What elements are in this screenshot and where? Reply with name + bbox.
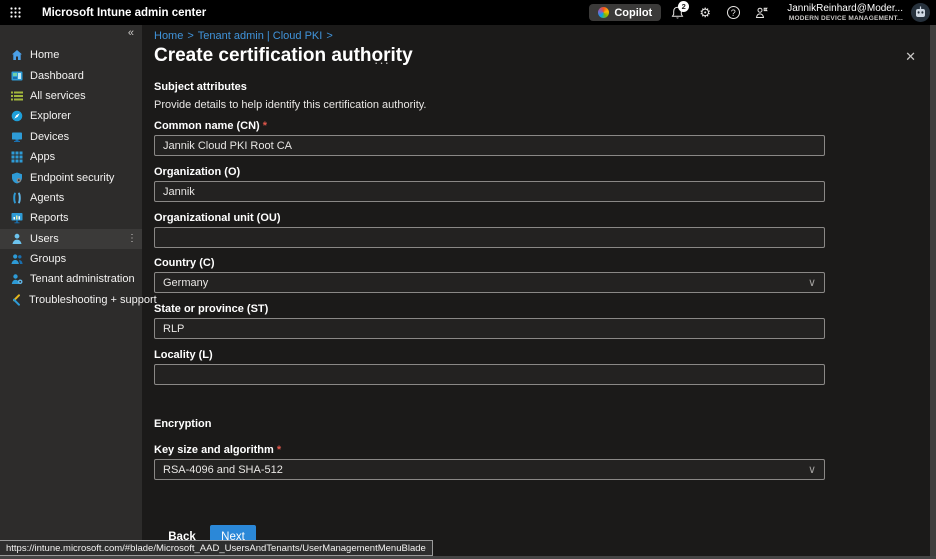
robot-avatar-icon xyxy=(913,5,928,20)
sidebar-item-label: Groups xyxy=(30,253,66,265)
sidebar-item-label: All services xyxy=(30,90,86,102)
section-description: Provide details to help identify this ce… xyxy=(154,99,427,111)
devices-icon xyxy=(10,130,23,143)
chevron-down-icon: ∨ xyxy=(808,276,816,289)
groups-icon xyxy=(10,253,23,266)
sidebar-item-dashboard[interactable]: Dashboard xyxy=(0,65,142,85)
sidebar-item-label: Endpoint security xyxy=(30,172,114,184)
breadcrumb-separator: > xyxy=(187,30,193,42)
sidebar-item-endpoint-security[interactable]: Endpoint security xyxy=(0,167,142,187)
main-content: Home>Tenant admin | Cloud PKI> Create ce… xyxy=(142,25,936,559)
users-icon xyxy=(10,232,23,245)
apps-icon xyxy=(10,151,23,164)
country-label: Country (C) xyxy=(154,257,215,269)
country-select[interactable]: Germany ∨ xyxy=(154,272,825,293)
key-size-select[interactable]: RSA-4096 and SHA-512 ∨ xyxy=(154,459,825,480)
breadcrumb-home-link[interactable]: Home xyxy=(154,30,183,42)
organization-input[interactable] xyxy=(154,181,825,202)
sidebar-item-home[interactable]: Home xyxy=(0,45,142,65)
breadcrumb: Home>Tenant admin | Cloud PKI> xyxy=(154,30,337,42)
more-options-button[interactable]: ··· xyxy=(374,55,390,70)
country-value: Germany xyxy=(163,277,208,289)
copilot-label: Copilot xyxy=(614,7,652,19)
sidebar-item-label: Devices xyxy=(30,131,69,143)
sidebar-item-label: Troubleshooting + support xyxy=(29,294,157,306)
sidebar-item-devices[interactable]: Devices xyxy=(0,127,142,147)
avatar[interactable] xyxy=(911,3,930,22)
sidebar-nav: Home Dashboard All services Explorer Devices… xyxy=(0,45,142,310)
agents-icon xyxy=(10,191,23,204)
sidebar-item-label: Agents xyxy=(30,192,64,204)
org-unit-label: Organizational unit (OU) xyxy=(154,212,281,224)
feedback-button[interactable] xyxy=(749,0,773,25)
troubleshooting-icon xyxy=(10,293,22,306)
scrollbar-thumb[interactable] xyxy=(930,25,936,556)
product-title: Microsoft Intune admin center xyxy=(42,7,206,19)
sidebar-item-agents[interactable]: Agents xyxy=(0,188,142,208)
sidebar-item-label: Reports xyxy=(30,212,69,224)
dashboard-icon xyxy=(10,69,23,82)
state-input[interactable] xyxy=(154,318,825,339)
required-marker: * xyxy=(277,444,281,456)
locality-label: Locality (L) xyxy=(154,349,213,361)
top-bar: Microsoft Intune admin center Copilot 2 … xyxy=(0,0,936,25)
sidebar-item-label: Users xyxy=(30,233,59,245)
section-heading-subject-attributes: Subject attributes xyxy=(154,81,247,93)
gear-icon: ⚙ xyxy=(699,6,711,19)
status-url-tooltip: https://intune.microsoft.com/#blade/Micr… xyxy=(0,540,433,556)
sidebar-item-users[interactable]: Users ⋮ xyxy=(0,229,142,249)
sidebar-item-tenant-administration[interactable]: Tenant administration xyxy=(0,269,142,289)
app-launcher-icon[interactable] xyxy=(0,0,30,25)
endpoint-security-icon xyxy=(10,171,23,184)
section-heading-encryption: Encryption xyxy=(154,418,211,430)
common-name-input[interactable] xyxy=(154,135,825,156)
organization-label: Organization (O) xyxy=(154,166,240,178)
all-services-icon xyxy=(10,89,23,102)
sidebar-item-reports[interactable]: Reports xyxy=(0,208,142,228)
sidebar-item-troubleshooting[interactable]: Troubleshooting + support xyxy=(0,290,142,310)
required-marker: * xyxy=(263,120,267,132)
sidebar-item-label: Tenant administration xyxy=(30,273,135,285)
collapse-sidebar-button[interactable]: « xyxy=(128,27,134,39)
home-icon xyxy=(10,49,23,62)
sidebar-item-all-services[interactable]: All services xyxy=(0,86,142,106)
explorer-icon xyxy=(10,110,23,123)
org-unit-input[interactable] xyxy=(154,227,825,248)
sidebar-item-label: Explorer xyxy=(30,110,71,122)
reports-icon xyxy=(10,212,23,225)
close-icon[interactable]: ✕ xyxy=(905,49,916,65)
account-name: JannikReinhard@Moder... xyxy=(787,3,903,15)
sidebar-item-label: Apps xyxy=(30,151,55,163)
key-size-label: Key size and algorithm* xyxy=(154,444,281,456)
feedback-icon xyxy=(755,6,768,19)
breadcrumb-separator: > xyxy=(326,30,332,42)
breadcrumb-cloudpki-link[interactable]: Tenant admin | Cloud PKI xyxy=(198,30,323,42)
sidebar-item-label: Dashboard xyxy=(30,70,84,82)
notification-badge: 2 xyxy=(678,1,689,12)
account-menu[interactable]: JannikReinhard@Moder... MODERN DEVICE MA… xyxy=(787,3,903,22)
locality-input[interactable] xyxy=(154,364,825,385)
copilot-button[interactable]: Copilot xyxy=(589,4,661,21)
common-name-label: Common name (CN)* xyxy=(154,120,267,132)
settings-button[interactable]: ⚙ xyxy=(693,0,717,25)
sidebar-item-apps[interactable]: Apps xyxy=(0,147,142,167)
key-size-value: RSA-4096 and SHA-512 xyxy=(163,464,283,476)
vertical-scrollbar[interactable] xyxy=(930,25,936,556)
sidebar-item-groups[interactable]: Groups xyxy=(0,249,142,269)
copilot-icon xyxy=(598,7,609,18)
account-tenant: MODERN DEVICE MANAGEMENT... xyxy=(787,15,903,22)
sidebar-item-explorer[interactable]: Explorer xyxy=(0,106,142,126)
notifications-button[interactable]: 2 xyxy=(665,0,689,25)
sidebar-item-label: Home xyxy=(30,49,59,61)
help-icon: ? xyxy=(727,6,740,19)
tenant-administration-icon xyxy=(10,273,23,286)
state-label: State or province (ST) xyxy=(154,303,268,315)
chevron-down-icon: ∨ xyxy=(808,463,816,476)
help-button[interactable]: ? xyxy=(721,0,745,25)
sidebar: « Home Dashboard All services Explorer Devic… xyxy=(0,25,142,559)
context-menu-icon[interactable]: ⋮ xyxy=(127,233,137,244)
